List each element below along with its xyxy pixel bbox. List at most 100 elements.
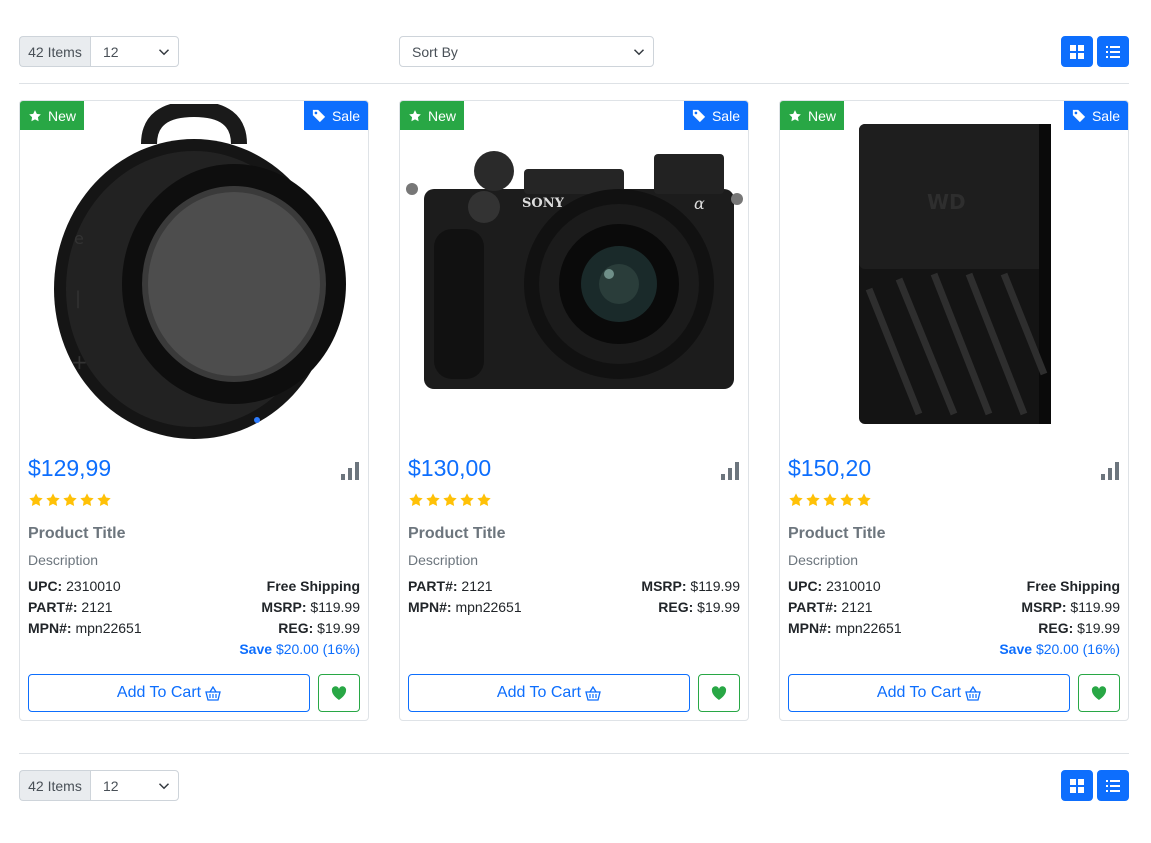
reg-line: REG: $19.99: [641, 597, 740, 618]
part-value: 2121: [461, 578, 493, 594]
star-icon: [840, 493, 854, 506]
save-label: Save: [999, 641, 1033, 657]
add-to-cart-label: Add To Cart: [496, 684, 582, 701]
list-view-button[interactable]: [1097, 36, 1129, 67]
product-image[interactable]: WD: [780, 101, 1128, 446]
product-image[interactable]: SONY α: [400, 101, 748, 446]
wishlist-button[interactable]: [698, 674, 740, 712]
add-to-cart-label: Add To Cart: [116, 684, 202, 701]
reg-label: REG:: [278, 620, 314, 636]
list-icon: [1106, 45, 1120, 58]
star-icon: [806, 493, 820, 506]
star-icon: [80, 493, 94, 506]
mpn-line: MPN#: mpn22651: [788, 618, 902, 639]
save-label: Save: [239, 641, 273, 657]
items-count-label: 42 Items: [19, 770, 90, 801]
part-line: PART#: 2121: [408, 576, 522, 597]
product-description: Description: [408, 552, 479, 568]
new-badge-label: New: [48, 107, 77, 124]
upc-value: 2310010: [826, 578, 881, 594]
speaker-image: e | +: [54, 103, 346, 439]
compare-icon[interactable]: [721, 462, 739, 480]
chevron-down-icon: [633, 49, 645, 56]
sort-by-value: Sort By: [412, 43, 458, 60]
save-value: $20.00 (16%): [275, 641, 360, 657]
star-icon: [443, 493, 457, 506]
top-toolbar: 42 Items 12 Sort By: [19, 36, 1129, 67]
camera-image: SONY α: [406, 150, 743, 389]
part-label: PART#:: [408, 578, 458, 594]
reg-value: $19.99: [1077, 620, 1120, 636]
upc-line: UPC: 2310010: [788, 576, 902, 597]
mpn-value: mpn22651: [835, 620, 902, 636]
mpn-label: MPN#:: [788, 620, 832, 636]
sale-badge: Sale: [683, 101, 748, 130]
part-line: PART#: 2121: [28, 597, 142, 618]
sort-by-select[interactable]: Sort By: [399, 36, 654, 67]
shipping-line: Free Shipping: [999, 576, 1120, 597]
grid-view-button[interactable]: [1061, 770, 1093, 801]
compare-icon[interactable]: [1101, 462, 1119, 480]
product-title[interactable]: Product Title: [788, 525, 886, 543]
wishlist-button[interactable]: [1078, 674, 1120, 712]
add-to-cart-button[interactable]: Add To Cart: [28, 674, 310, 712]
msrp-label: MSRP:: [261, 599, 307, 615]
svg-text:SONY: SONY: [522, 196, 565, 211]
add-to-cart-button[interactable]: Add To Cart: [408, 674, 690, 712]
free-shipping-label: Free Shipping: [266, 578, 360, 594]
part-label: PART#:: [28, 599, 78, 615]
reg-value: $19.99: [697, 599, 740, 615]
per-page-select[interactable]: 12: [90, 770, 179, 801]
msrp-label: MSRP:: [1021, 599, 1067, 615]
heart-icon: [711, 685, 727, 700]
reg-line: REG: $19.99: [239, 618, 360, 639]
star-icon: [460, 493, 474, 506]
star-icon: [857, 493, 871, 506]
msrp-line: MSRP: $119.99: [641, 576, 740, 597]
upc-label: UPC:: [28, 578, 63, 594]
product-codes: UPC: 2310010 PART#: 2121 MPN#: mpn22651: [788, 576, 902, 639]
star-icon: [789, 493, 803, 506]
free-shipping-label: Free Shipping: [1026, 578, 1120, 594]
product-title[interactable]: Product Title: [28, 525, 126, 543]
product-description: Description: [788, 552, 859, 568]
msrp-value: $119.99: [310, 599, 360, 615]
upc-line: UPC: 2310010: [28, 576, 142, 597]
heart-icon: [1091, 685, 1107, 700]
star-icon: [477, 493, 491, 506]
star-icon: [29, 109, 41, 121]
new-badge: New: [400, 101, 465, 130]
add-to-cart-button[interactable]: Add To Cart: [788, 674, 1070, 712]
product-price: $130,00: [408, 455, 492, 481]
compare-icon[interactable]: [341, 462, 359, 480]
product-pricing-details: MSRP: $119.99 REG: $19.99: [641, 576, 740, 618]
add-to-cart-label: Add To Cart: [876, 684, 962, 701]
sale-badge: Sale: [1063, 101, 1128, 130]
shipping-line: Free Shipping: [239, 576, 360, 597]
list-view-button[interactable]: [1097, 770, 1129, 801]
product-codes: UPC: 2310010 PART#: 2121 MPN#: mpn22651: [28, 576, 142, 639]
mpn-value: mpn22651: [455, 599, 522, 615]
basket-icon: [205, 685, 221, 701]
upc-value: 2310010: [66, 578, 121, 594]
product-image[interactable]: e | +: [20, 101, 368, 446]
grid-view-button[interactable]: [1061, 36, 1093, 67]
msrp-label: MSRP:: [641, 578, 687, 594]
reg-value: $19.99: [317, 620, 360, 636]
product-title[interactable]: Product Title: [408, 525, 506, 543]
wishlist-button[interactable]: [318, 674, 360, 712]
tag-icon: [1072, 109, 1086, 122]
mpn-line: MPN#: mpn22651: [28, 618, 142, 639]
upc-label: UPC:: [788, 578, 823, 594]
product-pricing-details: Free Shipping MSRP: $119.99 REG: $19.99 …: [239, 576, 360, 660]
basket-icon: [965, 685, 981, 701]
star-icon: [823, 493, 837, 506]
view-toggle-group: [1061, 36, 1129, 67]
part-line: PART#: 2121: [788, 597, 902, 618]
tag-icon: [692, 109, 706, 122]
heart-icon: [331, 685, 347, 700]
mpn-line: MPN#: mpn22651: [408, 597, 522, 618]
grid-icon: [1070, 778, 1084, 793]
sale-badge-label: Sale: [711, 107, 740, 124]
per-page-select[interactable]: 12: [90, 36, 179, 67]
